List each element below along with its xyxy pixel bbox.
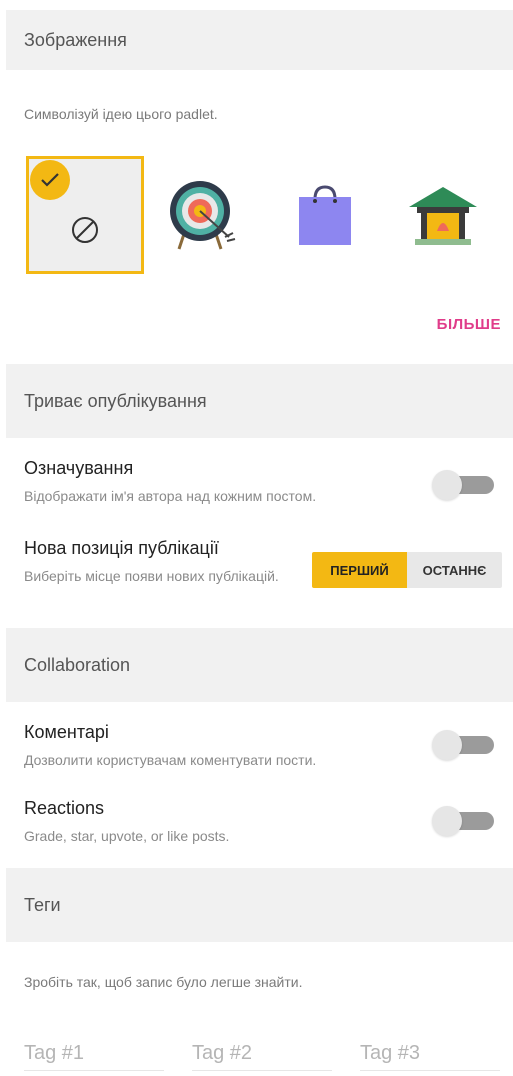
- tag-input-3[interactable]: [360, 1036, 500, 1071]
- tag-input-2[interactable]: [192, 1036, 332, 1071]
- attribution-toggle[interactable]: [432, 470, 496, 500]
- comments-toggle[interactable]: [432, 730, 496, 760]
- reactions-title: Reactions: [24, 798, 105, 818]
- shopping-bag-icon[interactable]: [266, 156, 384, 274]
- reactions-toggle[interactable]: [432, 806, 496, 836]
- section-header-image: Зображення: [6, 10, 513, 70]
- section-header-tags: Теги: [6, 868, 513, 942]
- position-first-button[interactable]: ПЕРШИЙ: [312, 552, 407, 588]
- position-last-button[interactable]: ОСТАННЄ: [407, 552, 502, 588]
- attribution-subtitle: Відображати ім'я автора над кожним посто…: [24, 488, 317, 504]
- reactions-subtitle: Grade, star, upvote, or like posts.: [24, 828, 230, 844]
- target-icon[interactable]: [146, 156, 264, 274]
- tag-input-1[interactable]: [24, 1036, 164, 1071]
- section-header-posting: Триває опублікування: [6, 364, 513, 438]
- comments-subtitle: Дозволити користувачам коментувати пости…: [24, 752, 317, 768]
- temple-icon[interactable]: [384, 156, 502, 274]
- section-header-collaboration: Collaboration: [6, 628, 513, 702]
- comments-title: Коментарі: [24, 722, 109, 742]
- post-position-segmented-control: ПЕРШИЙ ОСТАННЄ: [312, 552, 502, 588]
- image-hint: Символізуй ідею цього padlet.: [24, 106, 218, 122]
- none-icon[interactable]: [26, 156, 144, 274]
- attribution-title: Означування: [24, 458, 134, 478]
- new-post-position-subtitle: Виберіть місце появи нових публікацій.: [24, 568, 279, 584]
- more-images-button[interactable]: БІЛЬШЕ: [437, 316, 501, 333]
- tags-hint: Зробіть так, щоб запис було легше знайти…: [24, 974, 303, 990]
- new-post-position-title: Нова позиція публікації: [24, 538, 219, 558]
